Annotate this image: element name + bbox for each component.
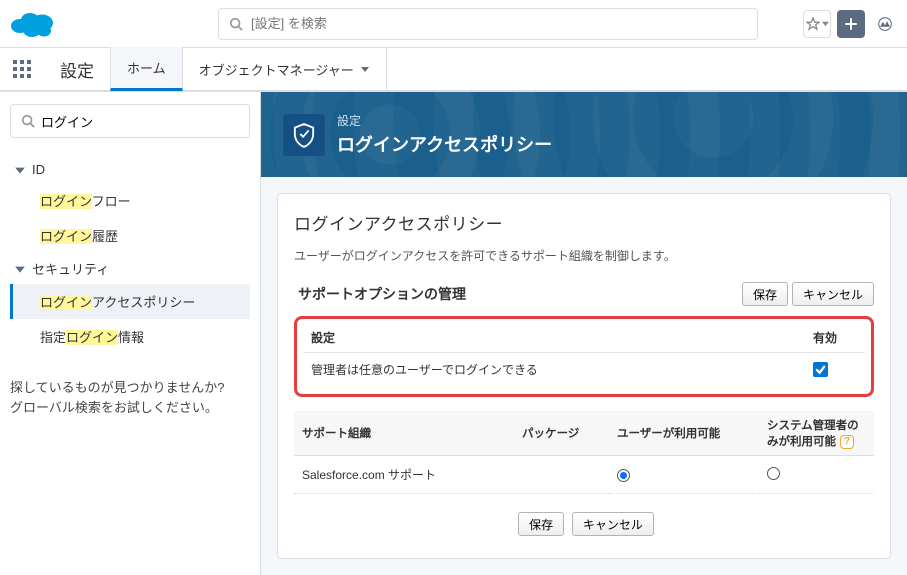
tab-object-manager-label: オブジェクトマネージャー — [199, 60, 354, 79]
context-nav: 設定 ホーム オブジェクトマネージャー — [0, 48, 907, 92]
tree-group-label: ID — [32, 162, 45, 177]
panel-description: ユーザーがログインアクセスを許可できるサポート組織を制御します。 — [294, 247, 874, 264]
table-row: Salesforce.com サポート — [294, 456, 874, 494]
page-title: ログインアクセスポリシー — [337, 131, 552, 157]
page-hero: 設定 ログインアクセスポリシー — [261, 92, 907, 177]
content-area: 設定 ログインアクセスポリシー ログインアクセスポリシー ユーザーがログインアク… — [260, 92, 907, 575]
tree-item-named-credentials[interactable]: 指定ログイン情報 — [10, 319, 250, 354]
search-icon — [229, 17, 243, 31]
support-org-table: サポート組織 パッケージ ユーザーが利用可能 システム管理者のみが利用可能? S… — [294, 411, 874, 494]
search-icon — [21, 114, 35, 128]
sidebar-help-text: 探しているものが見つかりませんか? グローバル検索をお試しください。 — [10, 378, 250, 417]
shield-icon — [283, 114, 325, 156]
trailhead-button[interactable] — [871, 10, 899, 38]
tree-item-login-access-policies[interactable]: ログインアクセスポリシー — [10, 284, 250, 319]
context-name: 設定 — [44, 57, 110, 82]
tree-item-login-history[interactable]: ログイン履歴 — [10, 218, 250, 253]
main-panel: ログインアクセスポリシー ユーザーがログインアクセスを許可できるサポート組織を制… — [277, 193, 891, 559]
radio-user-available[interactable] — [617, 469, 630, 482]
tree-group-id[interactable]: ID — [10, 156, 250, 183]
col-package: パッケージ — [514, 411, 609, 456]
cancel-button[interactable]: キャンセル — [572, 512, 654, 536]
setup-sidebar: ID ログインフロー ログイン履歴 セキュリティ ログインアクセスポリシー 指定… — [0, 92, 260, 575]
quick-find[interactable] — [10, 104, 250, 138]
chevron-down-icon — [360, 64, 370, 74]
settings-row: 管理者は任意のユーザーでログインできる — [303, 353, 865, 387]
header-utility — [803, 10, 899, 38]
global-header — [0, 0, 907, 48]
col-support-org: サポート組織 — [294, 411, 514, 456]
chevron-down-icon — [14, 263, 26, 275]
col-admin-only: システム管理者のみが利用可能? — [759, 411, 874, 456]
global-actions-button[interactable] — [837, 10, 865, 38]
panel-title: ログインアクセスポリシー — [294, 210, 874, 235]
quick-find-input[interactable] — [41, 114, 239, 129]
help-icon[interactable]: ? — [840, 435, 854, 449]
salesforce-logo — [8, 6, 58, 42]
org-name: Salesforce.com サポート — [294, 456, 514, 494]
app-launcher-icon[interactable] — [0, 47, 44, 91]
global-search[interactable] — [218, 8, 758, 40]
settings-table-highlight: 設定 有効 管理者は任意のユーザーでログインできる — [294, 316, 874, 397]
col-enabled: 有効 — [805, 323, 865, 353]
tab-home[interactable]: ホーム — [110, 47, 183, 91]
section-title-manage: サポートオプションの管理 — [294, 284, 466, 304]
tree-group-security[interactable]: セキュリティ — [10, 253, 250, 284]
tree-item-login-flows[interactable]: ログインフロー — [10, 183, 250, 218]
setting-label: 管理者は任意のユーザーでログインできる — [303, 353, 805, 387]
save-button[interactable]: 保存 — [742, 282, 788, 306]
radio-admin-only[interactable] — [767, 467, 780, 480]
col-user-available: ユーザーが利用可能 — [609, 411, 759, 456]
tab-object-manager[interactable]: オブジェクトマネージャー — [183, 47, 387, 91]
favorites-button[interactable] — [803, 10, 831, 38]
tree-group-label: セキュリティ — [32, 259, 109, 278]
save-button[interactable]: 保存 — [518, 512, 564, 536]
col-setting: 設定 — [303, 323, 805, 353]
setup-tree: ID ログインフロー ログイン履歴 セキュリティ ログインアクセスポリシー 指定… — [10, 156, 250, 354]
cancel-button[interactable]: キャンセル — [792, 282, 874, 306]
admin-login-checkbox[interactable] — [813, 362, 828, 377]
global-search-input[interactable] — [251, 16, 747, 31]
breadcrumb: 設定 — [337, 112, 552, 129]
chevron-down-icon — [14, 164, 26, 176]
